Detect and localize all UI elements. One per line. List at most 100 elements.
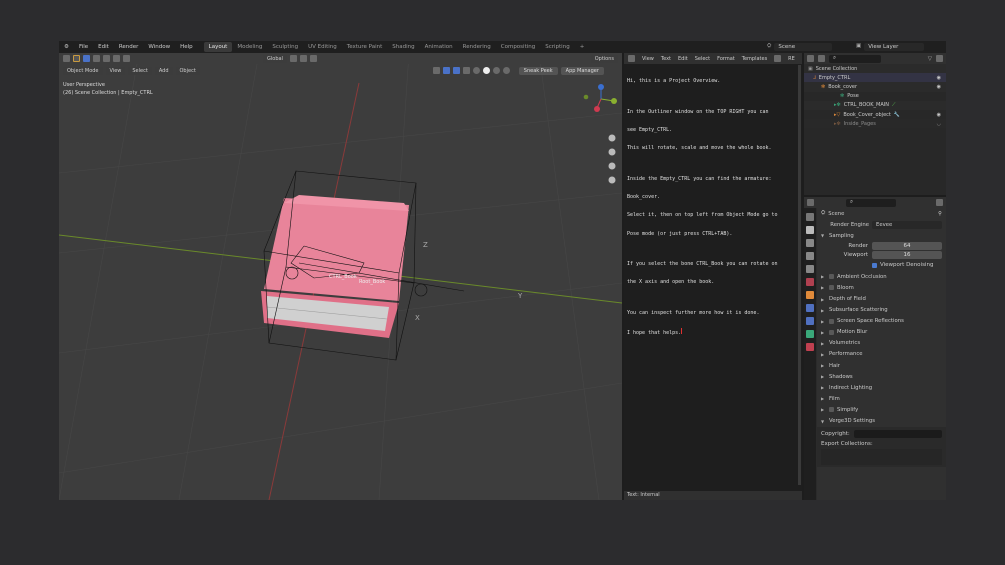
select-tool-icon[interactable] [73,55,80,62]
panel-motion-blur[interactable]: ▶ Motion Blur [817,327,946,338]
editor-type-icon[interactable] [63,55,70,62]
eye-icon[interactable]: ◉ [937,84,941,90]
options-icon[interactable] [936,199,943,206]
hidden-eye-icon[interactable]: ◡ [937,121,941,127]
select-mode-new-icon[interactable] [83,55,90,62]
text-editor[interactable]: View Text Edit Select Format Templates R… [624,53,802,500]
properties-editor[interactable]: ⌕ ⛭ Scene ⚲ Render Engine Eevee ▼ Sampling R… [804,197,946,500]
world-tab-icon[interactable] [806,278,814,286]
bone-label-ctrl[interactable]: CTRL_Book [329,274,357,280]
solid-shading-icon[interactable] [482,67,490,74]
text-menu-text[interactable]: Text [661,56,671,62]
tab-compositing[interactable]: Compositing [496,42,540,52]
menu-render[interactable]: Render [114,44,144,50]
object-mode-dropdown[interactable]: Object Mode [63,66,103,75]
view-layer-icon[interactable]: ▣ [856,43,861,51]
material-shading-icon[interactable] [492,67,500,74]
select-mode-intersect-icon[interactable] [123,55,130,62]
3d-viewport[interactable]: CTRL_Book Root_Book Z X Y Global Options… [59,53,622,500]
outliner-item-ctrl-book-main[interactable]: ▸✻ CTRL_BOOK_MAIN ⟋ [804,100,946,110]
scene-tab-icon[interactable] [806,265,814,273]
panel-bloom[interactable]: ▶ Bloom [817,282,946,293]
display-mode-icon[interactable] [818,55,825,62]
text-datablock-icon[interactable] [774,55,782,62]
menu-edit[interactable]: Edit [93,44,114,50]
viewport-scene[interactable]: CTRL_Book Root_Book Z X Y [59,53,622,500]
text-content[interactable]: Hi, this is a Project Overview. In the O… [624,64,802,350]
editor-type-icon[interactable] [807,55,814,62]
modifier-tab-icon[interactable] [806,304,814,312]
texture-tab-icon[interactable] [806,343,814,351]
viewport-denoising-checkbox[interactable] [872,262,877,268]
add-workspace-button[interactable]: + [575,42,590,52]
eye-icon[interactable]: ◉ [937,112,941,118]
panel-indirect-lighting[interactable]: ▶ Indirect Lighting [817,382,946,393]
text-menu-view[interactable]: View [642,56,654,62]
properties-search-input[interactable]: ⌕ [846,198,896,207]
tool-tab-icon[interactable] [806,213,814,221]
pin-icon[interactable]: ⚲ [938,211,942,217]
xray-icon[interactable] [462,67,470,74]
text-menu-templates[interactable]: Templates [742,56,767,62]
output-tab-icon[interactable] [806,239,814,247]
menu-help[interactable]: Help [175,44,198,50]
tab-shading[interactable]: Shading [387,42,419,52]
visibility-icon[interactable] [432,67,440,74]
menu-file[interactable]: File [74,44,93,50]
snap-icon[interactable] [299,55,307,62]
physics-tab-icon[interactable] [806,317,814,325]
panel-shadows[interactable]: ▶ Shadows [817,371,946,382]
sneak-peek-button[interactable]: Sneak Peek [518,66,558,75]
viewport-menu-add[interactable]: Add [154,66,173,75]
export-collections-list[interactable] [821,448,942,465]
tab-modeling[interactable]: Modeling [232,42,267,52]
blender-logo-icon[interactable]: ⚙ [59,44,74,50]
outliner-item-inside-pages[interactable]: ▸✻ Inside_Pages ◡ [804,119,946,129]
render-tab-icon[interactable] [806,226,814,234]
viewport-menu-view[interactable]: View [105,66,126,75]
scene-selector[interactable]: Scene [774,43,833,51]
text-datablock-name[interactable]: RE [788,56,795,62]
overlay-icon[interactable] [452,67,460,74]
menu-window[interactable]: Window [143,44,175,50]
copyright-input[interactable] [853,429,942,438]
tab-layout[interactable]: Layout [203,42,233,52]
panel-volumetrics[interactable]: ▶ Volumetrics [817,338,946,349]
view-layer-selector[interactable]: View Layer [864,43,925,51]
viewport-menu-object[interactable]: Object [175,66,200,75]
rendered-shading-icon[interactable] [502,67,510,74]
panel-subsurface-scattering[interactable]: ▶ Subsurface Scattering [817,305,946,316]
panel-depth-of-field[interactable]: ▶ Depth of Field [817,293,946,304]
app-manager-button[interactable]: App Manager [560,66,604,75]
pivot-icon[interactable] [289,55,297,62]
panel-enable-checkbox[interactable] [829,318,834,324]
text-menu-edit[interactable]: Edit [678,56,688,62]
render-samples-field[interactable]: 64 [872,242,942,251]
gizmo-icon[interactable] [442,67,450,74]
object-tab-icon[interactable] [806,291,814,299]
panel-enable-checkbox[interactable] [829,407,834,413]
panel-film[interactable]: ▶ Film [817,393,946,404]
bone-label-root[interactable]: Root_Book [359,279,385,285]
panel-simplify[interactable]: ▶ Simplify [817,404,946,415]
options-dropdown[interactable]: Options [590,54,618,63]
panel-sampling[interactable]: ▼ Sampling [817,230,946,241]
constraint-tab-icon[interactable] [806,330,814,338]
tab-scripting[interactable]: Scripting [540,42,574,52]
select-mode-extend-icon[interactable] [93,55,100,62]
panel-ambient-occlusion[interactable]: ▶ Ambient Occlusion [817,271,946,282]
panel-hair[interactable]: ▶ Hair [817,360,946,371]
new-collection-icon[interactable] [936,55,943,62]
text-menu-format[interactable]: Format [717,56,735,62]
scene-icon[interactable]: ⛭ [767,43,771,51]
editor-type-icon[interactable] [628,55,635,62]
editor-type-icon[interactable] [807,199,814,206]
tab-rendering[interactable]: Rendering [458,42,496,52]
tab-sculpting[interactable]: Sculpting [267,42,303,52]
view-layer-tab-icon[interactable] [806,252,814,260]
outliner-item-scene-collection[interactable]: ▣ Scene Collection [804,64,946,74]
outliner[interactable]: ⌕ ▽ ▣ Scene Collection ⅃ Empty_CTRL ◉ ✻ Book… [804,53,946,195]
panel-performance[interactable]: ▶ Performance [817,349,946,360]
outliner-item-pose[interactable]: ✻ Pose [804,92,946,101]
panel-enable-checkbox[interactable] [829,285,834,291]
